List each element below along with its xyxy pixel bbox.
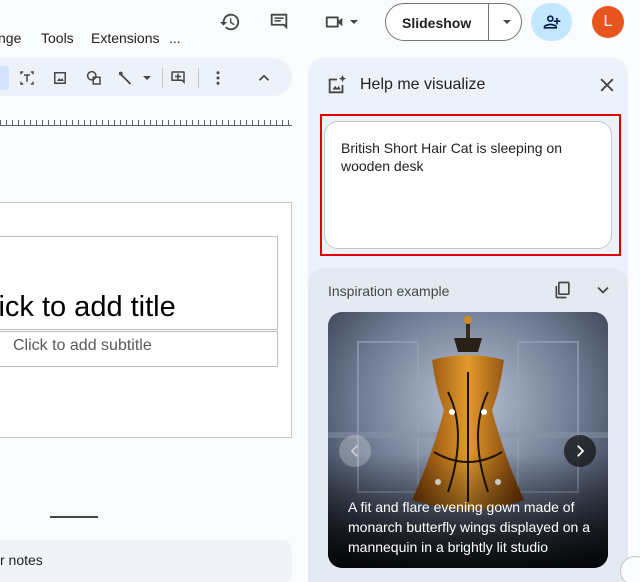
image-sparkle-icon bbox=[326, 74, 348, 96]
avatar[interactable]: L bbox=[592, 6, 624, 38]
menu-item-arrange[interactable]: nge bbox=[0, 30, 21, 46]
menu-item-tools[interactable]: Tools bbox=[41, 30, 74, 46]
subtitle-placeholder[interactable]: Click to add subtitle bbox=[13, 337, 152, 355]
person-add-icon[interactable] bbox=[531, 3, 572, 41]
close-icon[interactable] bbox=[596, 74, 618, 96]
inspiration-label: Inspiration example bbox=[328, 283, 450, 299]
shapes-icon[interactable] bbox=[83, 67, 105, 89]
menu-item-overflow[interactable]: ... bbox=[169, 30, 181, 46]
toolbar-divider bbox=[198, 68, 199, 88]
line-dropdown-icon[interactable] bbox=[139, 67, 155, 89]
speaker-notes-placeholder: r notes bbox=[0, 552, 43, 568]
toolbar-divider bbox=[162, 68, 163, 88]
text-box-icon[interactable] bbox=[16, 67, 38, 89]
speaker-notes[interactable]: r notes bbox=[0, 540, 292, 582]
menu-item-extensions[interactable]: Extensions bbox=[91, 30, 159, 46]
notes-resize-handle[interactable] bbox=[50, 516, 98, 518]
slideshow-dropdown-icon[interactable] bbox=[496, 12, 518, 32]
image-icon[interactable] bbox=[49, 67, 71, 89]
panel-title: Help me visualize bbox=[360, 76, 486, 93]
inspiration-caption: A fit and flare evening gown made of mon… bbox=[348, 499, 591, 555]
comment-icon[interactable] bbox=[266, 9, 292, 35]
slideshow-label: Slideshow bbox=[402, 15, 472, 31]
line-icon[interactable] bbox=[115, 67, 137, 89]
collapse-icon[interactable] bbox=[253, 67, 275, 89]
comment-add-icon[interactable] bbox=[167, 67, 189, 89]
select-tool-highlight[interactable] bbox=[0, 66, 9, 90]
title-placeholder[interactable]: lick to add title bbox=[0, 291, 176, 324]
chevron-down-icon[interactable] bbox=[592, 279, 614, 301]
next-icon[interactable] bbox=[564, 435, 596, 467]
scroll-button[interactable] bbox=[620, 556, 640, 582]
videocam-icon[interactable] bbox=[321, 9, 361, 35]
history-icon[interactable] bbox=[217, 9, 243, 35]
copy-icon[interactable] bbox=[552, 279, 574, 301]
slideshow-button[interactable]: Slideshow bbox=[385, 3, 522, 41]
slideshow-divider bbox=[488, 4, 489, 40]
highlight-box bbox=[320, 114, 621, 256]
ruler-baseline bbox=[0, 125, 292, 126]
more-icon[interactable] bbox=[207, 67, 229, 89]
previous-icon[interactable] bbox=[339, 435, 371, 467]
